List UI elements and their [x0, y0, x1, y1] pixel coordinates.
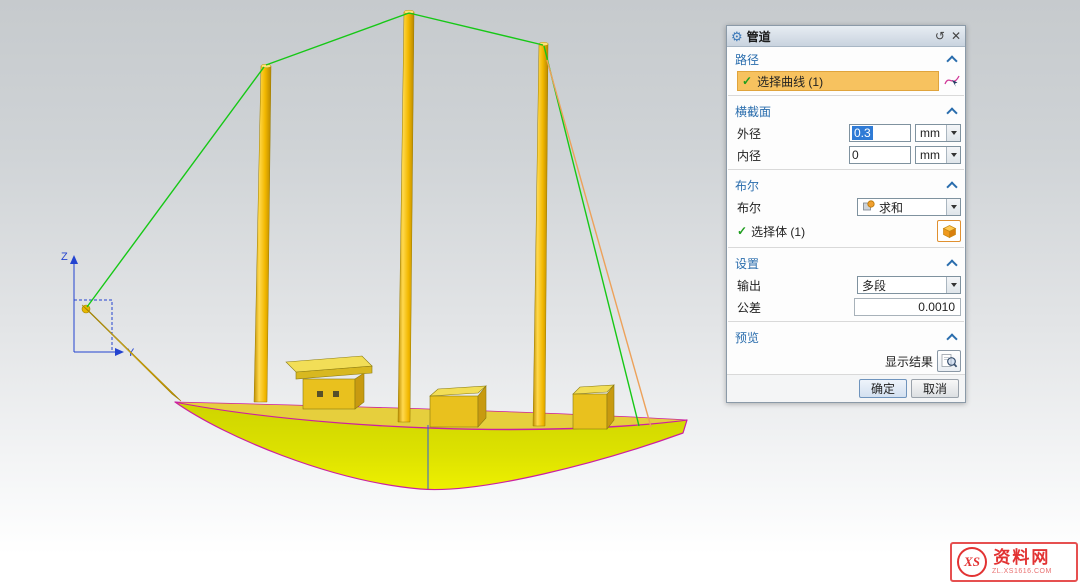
inner-diameter-unit-select[interactable]: mm	[915, 146, 961, 164]
section-cross-header[interactable]: 横截面	[727, 99, 965, 122]
section-boolean-header[interactable]: 布尔	[727, 173, 965, 196]
dialog-title: 管道	[747, 28, 771, 45]
pipe-dialog: ⚙ 管道 ↺ ✕ 路径 ✓ 选择曲线 (1)	[726, 25, 966, 403]
cabin-middle[interactable]	[430, 386, 486, 427]
tolerance-input[interactable]: 0.0010	[854, 298, 961, 316]
collapse-chevron-icon[interactable]	[946, 181, 957, 192]
ok-button[interactable]: 确定	[859, 379, 907, 398]
boolean-label: 布尔	[737, 199, 761, 216]
boolean-value: 求和	[879, 199, 903, 216]
outer-diameter-unit-select[interactable]: mm	[915, 124, 961, 142]
divider	[728, 169, 964, 170]
collapse-chevron-icon[interactable]	[946, 55, 957, 66]
cabin-right[interactable]	[573, 385, 614, 429]
outer-diameter-input[interactable]: 0.3	[849, 124, 911, 142]
inner-diameter-unit: mm	[920, 148, 940, 162]
wcs-axes: Z Y	[61, 251, 135, 359]
select-body-label: 选择体 (1)	[751, 223, 805, 240]
collapse-chevron-icon[interactable]	[946, 107, 957, 118]
divider	[728, 95, 964, 96]
curve-select-icon[interactable]	[943, 72, 961, 90]
reset-icon[interactable]: ↺	[935, 30, 945, 42]
watermark-site-name: 资料网	[993, 549, 1050, 568]
cabin-left[interactable]	[286, 356, 372, 409]
section-preview-header[interactable]: 预览	[727, 325, 965, 348]
boolean-select[interactable]: 求和	[857, 198, 961, 216]
mast-front[interactable]	[254, 64, 271, 402]
dropdown-arrow-icon[interactable]	[946, 199, 960, 215]
section-boolean-label: 布尔	[735, 177, 759, 194]
magnifier-icon	[941, 353, 958, 369]
mast-main[interactable]	[398, 10, 414, 422]
show-result-label: 显示结果	[885, 353, 933, 370]
check-icon: ✓	[737, 224, 747, 238]
outer-diameter-label: 外径	[737, 125, 761, 142]
section-settings-label: 设置	[735, 255, 759, 272]
tolerance-label: 公差	[737, 299, 761, 316]
output-value: 多段	[862, 277, 886, 294]
section-settings-header[interactable]: 设置	[727, 251, 965, 274]
divider	[728, 247, 964, 248]
check-icon: ✓	[742, 74, 752, 88]
watermark-site-url: ZL.XS1616.COM	[992, 568, 1052, 576]
outer-diameter-unit: mm	[920, 126, 940, 140]
section-cross-label: 横截面	[735, 103, 771, 120]
section-preview-label: 预览	[735, 329, 759, 346]
axis-z-label: Z	[61, 251, 68, 263]
inner-diameter-label: 内径	[737, 147, 761, 164]
dialog-footer: 确定 取消	[727, 374, 965, 402]
divider	[728, 321, 964, 322]
select-curve-row[interactable]: ✓ 选择曲线 (1)	[737, 71, 939, 91]
mast-rear[interactable]	[533, 42, 548, 426]
close-icon[interactable]: ✕	[951, 30, 961, 42]
output-label: 输出	[737, 277, 761, 294]
collapse-chevron-icon[interactable]	[946, 259, 957, 270]
inner-diameter-input[interactable]: 0	[849, 146, 911, 164]
watermark: XS 资料网 ZL.XS1616.COM	[950, 542, 1078, 582]
dialog-titlebar[interactable]: ⚙ 管道 ↺ ✕	[727, 26, 965, 47]
collapse-chevron-icon[interactable]	[946, 333, 957, 344]
select-curve-label: 选择曲线 (1)	[757, 73, 823, 90]
inner-diameter-value: 0	[852, 148, 859, 162]
application-window: Z Y	[0, 0, 1080, 584]
output-select[interactable]: 多段	[857, 276, 961, 294]
bowsprit[interactable]	[82, 305, 181, 401]
dropdown-arrow-icon[interactable]	[946, 147, 960, 163]
dropdown-arrow-icon[interactable]	[946, 277, 960, 293]
section-path-header[interactable]: 路径	[727, 47, 965, 70]
tolerance-value: 0.0010	[918, 300, 955, 314]
select-body-button[interactable]	[937, 220, 961, 242]
dialog-gear-icon: ⚙	[731, 30, 743, 43]
outer-diameter-value: 0.3	[852, 126, 873, 140]
watermark-logo-icon: XS	[957, 547, 987, 577]
section-path-label: 路径	[735, 51, 759, 68]
cancel-button[interactable]: 取消	[911, 379, 959, 398]
boat-model[interactable]	[82, 10, 687, 489]
solid-body-cube-icon	[942, 224, 957, 239]
show-result-button[interactable]	[937, 350, 961, 372]
rigging-stay-orange[interactable]	[547, 60, 651, 427]
dropdown-arrow-icon[interactable]	[946, 125, 960, 141]
boolean-unite-icon	[862, 199, 875, 215]
